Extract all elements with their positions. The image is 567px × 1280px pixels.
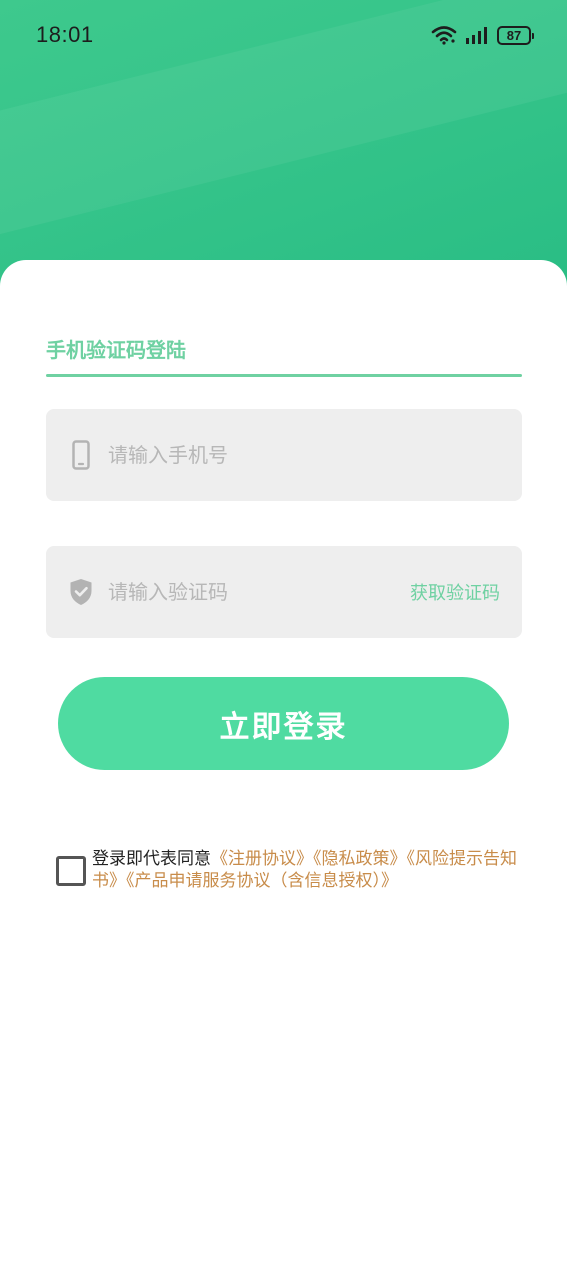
shield-check-icon bbox=[68, 576, 94, 608]
wifi-icon bbox=[431, 25, 457, 45]
code-input[interactable] bbox=[106, 579, 390, 605]
phone-input-box bbox=[46, 409, 522, 501]
agreement-prefix: 登录即代表同意 bbox=[92, 849, 211, 869]
battery-icon: 87 bbox=[497, 25, 534, 45]
link-privacy-policy[interactable]: 《隐私政策》 bbox=[313, 849, 407, 869]
agreement-checkbox[interactable] bbox=[56, 856, 86, 886]
phone-input[interactable] bbox=[106, 442, 390, 468]
link-register-agreement[interactable]: 《注册协议》 bbox=[211, 849, 313, 869]
status-time: 18:01 bbox=[36, 22, 94, 47]
tab-sms-login[interactable]: 手机验证码登陆 bbox=[46, 334, 186, 363]
signal-icon bbox=[465, 26, 489, 44]
status-icons: 87 bbox=[431, 24, 534, 46]
phone-icon bbox=[68, 439, 94, 471]
link-product-service-agreement[interactable]: 《产品申请服务协议（含信息授权）》 bbox=[126, 871, 398, 891]
login-button[interactable]: 立即登录 bbox=[58, 677, 509, 770]
battery-level: 87 bbox=[506, 27, 522, 43]
agreement-text: 登录即代表同意《注册协议》《隐私政策》《风险提示告知书》《产品申请服务协议（含信… bbox=[92, 848, 524, 892]
status-bar: 18:01 87 bbox=[0, 0, 567, 70]
get-code-button[interactable]: 获取验证码 bbox=[410, 579, 500, 605]
tab-underline bbox=[46, 374, 522, 377]
code-input-box: 获取验证码 bbox=[46, 546, 522, 638]
